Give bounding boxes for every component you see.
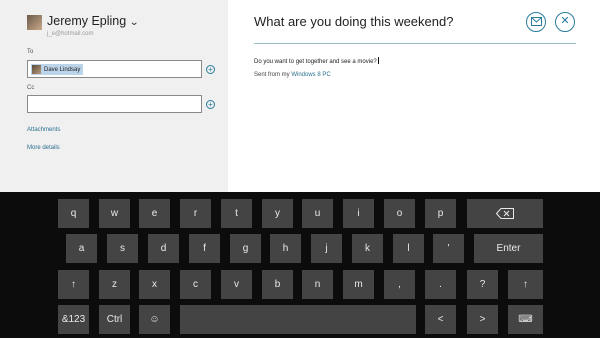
key-k[interactable]: k	[352, 234, 383, 263]
signature: Sent from my Windows 8 PC	[254, 72, 331, 78]
avatar	[27, 15, 42, 30]
right-arrow-key[interactable]: >	[467, 305, 498, 334]
compose-details-pane: Jeremy Epling ⌄ j_e@hotmail.com To Dave L…	[0, 0, 228, 192]
cc-field[interactable]	[27, 95, 202, 113]
left-arrow-key[interactable]: <	[425, 305, 456, 334]
backspace-key[interactable]	[467, 199, 543, 228]
close-button[interactable]: ✕	[555, 12, 575, 32]
ctrl-key[interactable]: Ctrl	[99, 305, 130, 334]
key-f[interactable]: f	[189, 234, 220, 263]
key-u[interactable]: u	[302, 199, 333, 228]
key-c[interactable]: c	[180, 270, 211, 299]
key-apostrophe[interactable]: '	[433, 234, 464, 263]
key-y[interactable]: y	[262, 199, 293, 228]
key-r[interactable]: r	[180, 199, 211, 228]
send-icon	[530, 16, 542, 26]
key-z[interactable]: z	[99, 270, 130, 299]
to-field[interactable]: Dave Lindsay	[27, 60, 202, 78]
shift-key-right[interactable]: ↑	[508, 270, 543, 299]
key-comma[interactable]: ,	[384, 270, 415, 299]
key-i[interactable]: i	[343, 199, 374, 228]
key-x[interactable]: x	[139, 270, 170, 299]
key-m[interactable]: m	[343, 270, 374, 299]
key-w[interactable]: w	[99, 199, 130, 228]
key-period[interactable]: .	[425, 270, 456, 299]
key-q[interactable]: q	[58, 199, 89, 228]
keyboard-icon: ⌨	[518, 314, 533, 325]
attachments-link[interactable]: Attachments	[27, 127, 60, 133]
key-e[interactable]: e	[139, 199, 170, 228]
key-l[interactable]: l	[393, 234, 424, 263]
key-n[interactable]: n	[302, 270, 333, 299]
symbols-key[interactable]: &123	[58, 305, 89, 334]
key-p[interactable]: p	[425, 199, 456, 228]
signature-prefix: Sent from my	[254, 72, 292, 78]
account-email: j_e@hotmail.com	[47, 31, 94, 37]
send-button[interactable]	[526, 12, 546, 32]
key-question[interactable]: ?	[467, 270, 498, 299]
plus-icon: +	[208, 65, 213, 74]
key-j[interactable]: j	[311, 234, 342, 263]
key-v[interactable]: v	[221, 270, 252, 299]
key-o[interactable]: o	[384, 199, 415, 228]
space-key[interactable]	[180, 305, 416, 334]
recipient-name: Dave Lindsay	[44, 66, 81, 73]
recipient-chip[interactable]: Dave Lindsay	[31, 64, 84, 75]
keyboard-toggle-key[interactable]: ⌨	[508, 305, 543, 334]
add-cc-recipient-button[interactable]: +	[206, 100, 215, 109]
signature-link[interactable]: Windows 8 PC	[291, 72, 330, 78]
emoji-key[interactable]: ☺	[139, 305, 170, 334]
recipient-avatar	[32, 65, 41, 74]
text-caret	[377, 57, 379, 64]
plus-icon: +	[208, 100, 213, 109]
message-body-text: Do you want to get together and see a mo…	[254, 59, 377, 65]
key-t[interactable]: t	[221, 199, 252, 228]
subject-divider	[254, 43, 576, 44]
key-h[interactable]: h	[270, 234, 301, 263]
key-b[interactable]: b	[262, 270, 293, 299]
cc-label: Cc	[27, 85, 35, 91]
key-d[interactable]: d	[148, 234, 179, 263]
chevron-down-icon[interactable]: ⌄	[129, 16, 139, 30]
key-s[interactable]: s	[107, 234, 138, 263]
account-name: Jeremy Epling	[47, 14, 127, 28]
subject-field[interactable]: What are you doing this weekend?	[254, 14, 453, 29]
more-details-link[interactable]: More details	[27, 145, 60, 151]
backspace-icon	[496, 208, 514, 219]
close-icon: ✕	[560, 15, 570, 27]
to-label: To	[27, 49, 34, 55]
key-g[interactable]: g	[230, 234, 261, 263]
touch-keyboard: q w e r t y u i o p a s d f g h j k l ' …	[0, 192, 600, 338]
add-to-recipient-button[interactable]: +	[206, 65, 215, 74]
shift-key-left[interactable]: ↑	[58, 270, 89, 299]
account-switcher[interactable]: Jeremy Epling ⌄ j_e@hotmail.com	[27, 14, 139, 38]
key-a[interactable]: a	[66, 234, 97, 263]
message-body[interactable]: Do you want to get together and see a mo…	[254, 57, 379, 65]
enter-key[interactable]: Enter	[474, 234, 543, 263]
